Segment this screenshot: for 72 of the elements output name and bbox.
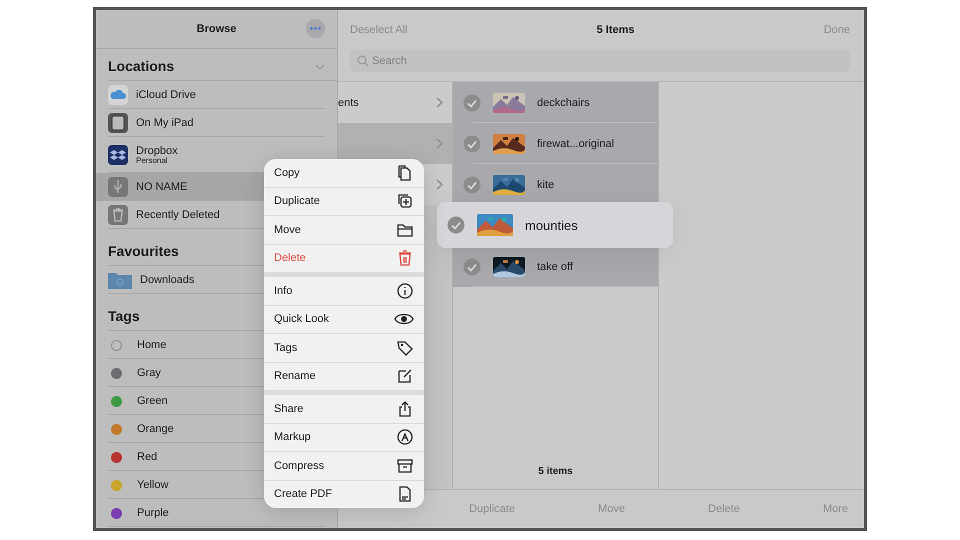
location-label: On My iPad bbox=[136, 117, 194, 129]
menu-item[interactable]: Move bbox=[264, 216, 424, 244]
tag-label[interactable]: Purple bbox=[137, 507, 169, 519]
edit-icon bbox=[396, 367, 414, 386]
tag-label[interactable]: Home bbox=[137, 339, 166, 351]
tag-label[interactable]: Red bbox=[137, 451, 158, 463]
checkmark-icon[interactable] bbox=[463, 258, 481, 276]
menu-item[interactable]: Compress bbox=[264, 452, 424, 480]
checkmark-icon[interactable] bbox=[463, 94, 481, 112]
file-row[interactable]: firewat...original bbox=[453, 123, 658, 164]
chevron-icon bbox=[436, 138, 443, 149]
trash-icon bbox=[396, 249, 414, 268]
file-name: mounties bbox=[525, 218, 578, 232]
section-heading: Locations bbox=[108, 58, 174, 74]
info-icon bbox=[396, 282, 414, 300]
checkmark-icon[interactable] bbox=[463, 176, 481, 194]
checkmark-icon[interactable] bbox=[447, 216, 465, 234]
folder-row[interactable]: ents bbox=[338, 82, 452, 123]
file-row[interactable]: deckchairs bbox=[453, 82, 658, 123]
file-row[interactable]: kite bbox=[453, 164, 658, 205]
section-heading: Tags bbox=[108, 308, 140, 324]
tag-label[interactable]: Green bbox=[137, 395, 168, 407]
file-row[interactable]: take off bbox=[453, 246, 658, 287]
menu-item[interactable]: Markup bbox=[264, 424, 424, 451]
menu-item[interactable]: Copy bbox=[264, 159, 424, 186]
tablet-icon bbox=[108, 113, 128, 133]
more-button[interactable] bbox=[306, 19, 325, 38]
menu-item[interactable]: Create PDF bbox=[264, 480, 424, 508]
duplicate-icon bbox=[396, 192, 414, 210]
favourite-label: Downloads bbox=[140, 274, 194, 286]
tag-label[interactable]: Gray bbox=[137, 367, 161, 379]
menu-item[interactable]: Info bbox=[264, 277, 424, 304]
folder-row[interactable] bbox=[338, 123, 452, 164]
menu-item[interactable]: Quick Look bbox=[264, 306, 424, 333]
more-icon bbox=[310, 27, 321, 30]
menu-item[interactable]: Share bbox=[264, 395, 424, 422]
chevron-icon bbox=[436, 179, 443, 190]
box-icon bbox=[108, 145, 128, 165]
location-label: Dropbox bbox=[136, 144, 178, 157]
location-label: NO NAME bbox=[136, 181, 188, 193]
pen-icon bbox=[396, 428, 414, 446]
tag-label[interactable]: Orange bbox=[137, 423, 174, 435]
location-label: Recently Deleted bbox=[136, 209, 220, 221]
sidebar-item[interactable]: iCloud Drive bbox=[96, 81, 337, 109]
item-count: 5 items bbox=[538, 466, 573, 479]
usb-icon bbox=[108, 177, 128, 197]
chevron-icon bbox=[436, 97, 443, 108]
trash-icon bbox=[108, 205, 128, 225]
tag-icon bbox=[396, 338, 414, 357]
file-name: firewat...original bbox=[537, 138, 614, 150]
cloud-icon bbox=[108, 85, 128, 105]
sidebar-item[interactable]: On My iPad bbox=[96, 109, 337, 137]
menu-item[interactable]: Tags bbox=[264, 334, 424, 362]
chevron-down-icon[interactable] bbox=[315, 64, 325, 70]
folder-icon bbox=[108, 271, 132, 289]
file-name: kite bbox=[537, 178, 554, 190]
checkmark-icon[interactable] bbox=[463, 134, 481, 152]
selection-title: 5 Items bbox=[596, 24, 635, 36]
menu-item[interactable]: Rename bbox=[264, 362, 424, 390]
folder-name: ents bbox=[338, 96, 359, 108]
section-heading: Favourites bbox=[108, 243, 179, 259]
dragged-file-card[interactable]: mounties bbox=[437, 202, 673, 248]
file-name: take off bbox=[537, 260, 573, 272]
menu-item[interactable]: Duplicate bbox=[264, 188, 424, 215]
file-name: deckchairs bbox=[537, 96, 590, 108]
location-label: iCloud Drive bbox=[136, 89, 196, 101]
sidebar-title: Browse bbox=[196, 23, 236, 35]
location-subtitle: Personal bbox=[136, 156, 168, 166]
search-field[interactable]: Search bbox=[350, 50, 850, 72]
archive-icon bbox=[396, 456, 414, 475]
menu-item[interactable]: Delete bbox=[264, 244, 424, 272]
tag-label[interactable]: Yellow bbox=[137, 479, 168, 491]
